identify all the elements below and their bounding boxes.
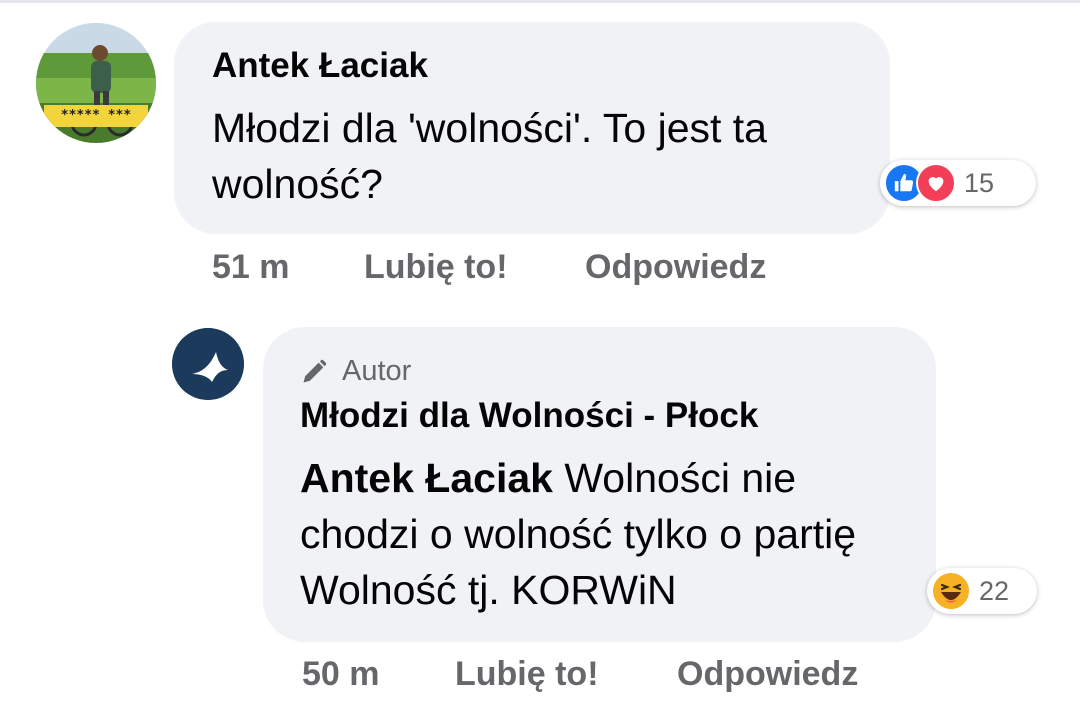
reply-button[interactable]: Odpowiedz bbox=[677, 655, 858, 694]
haha-icon bbox=[931, 571, 971, 611]
reply-button[interactable]: Odpowiedz bbox=[585, 248, 766, 287]
author-badge: Autor bbox=[300, 355, 411, 388]
page-avatar[interactable] bbox=[172, 328, 244, 400]
comment-author[interactable]: Antek Łaciak bbox=[212, 46, 428, 86]
reply-timestamp[interactable]: 50 m bbox=[302, 655, 380, 694]
comment-timestamp[interactable]: 51 m bbox=[212, 248, 290, 287]
avatar[interactable]: ***** *** bbox=[36, 23, 156, 143]
badge-label: Autor bbox=[342, 355, 412, 387]
reaction-count: 15 bbox=[964, 167, 995, 198]
comments-thread: ***** *** Antek Łaciak Młodzi dla 'wolno… bbox=[0, 0, 1080, 713]
mention-link[interactable]: Antek Łaciak bbox=[300, 455, 553, 501]
reply-author[interactable]: Młodzi dla Wolności - Płock bbox=[300, 396, 758, 436]
divider bbox=[0, 0, 1080, 3]
reaction-count: 22 bbox=[979, 575, 1010, 606]
reactions-summary[interactable]: 15 bbox=[880, 160, 1036, 206]
avatar-caption: ***** *** bbox=[60, 108, 132, 123]
pencil-icon bbox=[303, 359, 327, 382]
comment-text: Młodzi dla 'wolności'. To jest ta wolnoś… bbox=[212, 105, 767, 207]
reply-text: Antek Łaciak Wolności nie chodzi o wolno… bbox=[300, 450, 900, 618]
like-button[interactable]: Lubię to! bbox=[364, 248, 508, 287]
reactions-summary[interactable]: 22 bbox=[927, 568, 1037, 614]
like-button[interactable]: Lubię to! bbox=[455, 655, 599, 694]
love-icon bbox=[916, 163, 956, 203]
